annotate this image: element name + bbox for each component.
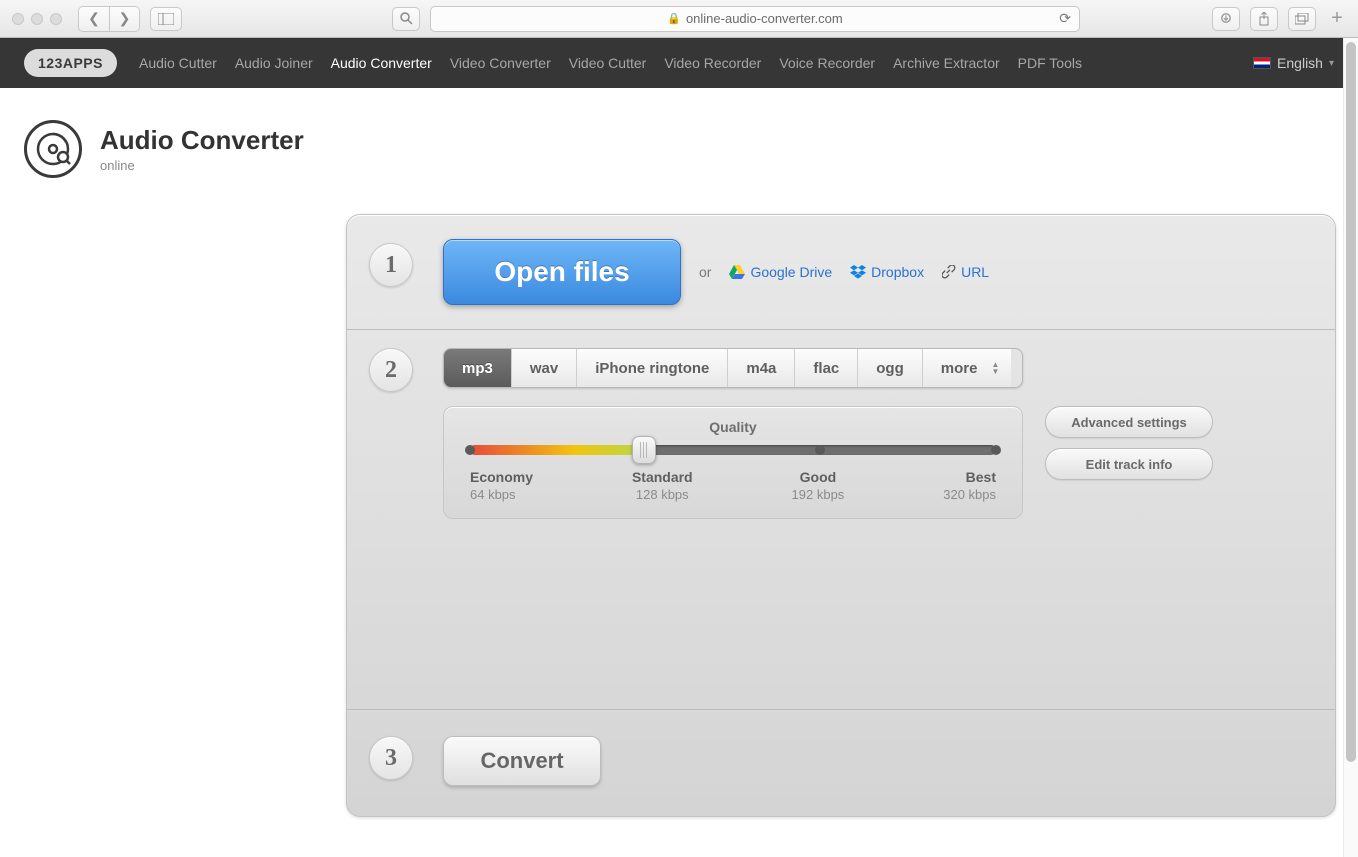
format-more-label: more xyxy=(941,360,978,377)
new-tab-button[interactable]: + xyxy=(1328,7,1346,30)
address-bar[interactable]: 🔒 online-audio-converter.com ⟳ xyxy=(430,6,1080,32)
dropbox-label: Dropbox xyxy=(871,264,924,280)
site-nav: 123APPS Audio Cutter Audio Joiner Audio … xyxy=(0,38,1358,88)
app-logo xyxy=(24,120,82,178)
url-label: URL xyxy=(961,264,989,280)
dropbox-link[interactable]: Dropbox xyxy=(850,264,924,280)
brand-pill[interactable]: 123APPS xyxy=(24,49,117,77)
format-m4a[interactable]: m4a xyxy=(727,349,794,387)
format-iphone-ringtone[interactable]: iPhone ringtone xyxy=(576,349,727,387)
quality-standard-rate: 128 kbps xyxy=(632,487,693,502)
download-icon xyxy=(1220,13,1232,25)
quality-economy-label: Economy xyxy=(470,469,533,485)
sidebar-toggle[interactable] xyxy=(150,7,182,31)
slider-handle[interactable] xyxy=(632,436,656,464)
minimize-window[interactable] xyxy=(31,13,43,25)
nav-voice-recorder[interactable]: Voice Recorder xyxy=(779,55,875,71)
link-icon xyxy=(942,265,956,279)
sort-icon: ▲▼ xyxy=(992,361,1000,375)
dropbox-icon xyxy=(850,265,866,279)
quality-good-rate: 192 kbps xyxy=(792,487,845,502)
quality-best-label: Best xyxy=(943,469,996,485)
share-button[interactable] xyxy=(1250,7,1278,31)
zoom-window[interactable] xyxy=(50,13,62,25)
browser-toolbar: ❮ ❯ 🔒 online-audio-converter.com ⟳ + xyxy=(0,0,1358,38)
search-button[interactable] xyxy=(392,7,420,31)
convert-button[interactable]: Convert xyxy=(443,736,601,786)
nav-video-recorder[interactable]: Video Recorder xyxy=(664,55,761,71)
quality-best-rate: 320 kbps xyxy=(943,487,996,502)
page-title: Audio Converter xyxy=(100,125,304,156)
edit-track-info-button[interactable]: Edit track info xyxy=(1045,448,1213,480)
step-1: 1 Open files or Google Drive Dropbox URL xyxy=(347,215,1335,330)
format-wav[interactable]: wav xyxy=(511,349,576,387)
main-panel: 1 Open files or Google Drive Dropbox URL… xyxy=(346,214,1336,817)
scrollbar-thumb[interactable] xyxy=(1346,42,1356,762)
back-button[interactable]: ❮ xyxy=(79,7,109,31)
format-mp3[interactable]: mp3 xyxy=(444,349,511,387)
page-scrollbar[interactable] xyxy=(1343,38,1358,857)
window-controls xyxy=(12,13,62,25)
nav-pdf-tools[interactable]: PDF Tools xyxy=(1018,55,1082,71)
format-ogg[interactable]: ogg xyxy=(857,349,922,387)
nav-video-converter[interactable]: Video Converter xyxy=(450,55,551,71)
google-drive-icon xyxy=(729,265,745,279)
lock-icon: 🔒 xyxy=(667,12,681,25)
step-3-number: 3 xyxy=(369,736,413,780)
url-text: online-audio-converter.com xyxy=(686,11,843,26)
tabs-button[interactable] xyxy=(1288,7,1316,31)
step-2: 2 mp3 wav iPhone ringtone m4a flac ogg m… xyxy=(347,330,1335,710)
sidebar-icon xyxy=(158,13,174,25)
step-2-number: 2 xyxy=(369,348,413,392)
url-link[interactable]: URL xyxy=(942,264,989,280)
tabs-icon xyxy=(1295,13,1309,25)
format-flac[interactable]: flac xyxy=(794,349,857,387)
search-icon xyxy=(400,12,413,25)
share-icon xyxy=(1258,12,1270,26)
disc-icon xyxy=(33,129,73,169)
forward-button[interactable]: ❯ xyxy=(109,7,139,31)
slider-tick-good xyxy=(815,445,825,455)
language-label: English xyxy=(1277,55,1323,71)
advanced-settings-button[interactable]: Advanced settings xyxy=(1045,406,1213,438)
format-tabs: mp3 wav iPhone ringtone m4a flac ogg mor… xyxy=(443,348,1023,388)
page-header: Audio Converter online xyxy=(0,88,1358,178)
google-drive-label: Google Drive xyxy=(750,264,832,280)
nav-video-cutter[interactable]: Video Cutter xyxy=(569,55,647,71)
nav-audio-joiner[interactable]: Audio Joiner xyxy=(235,55,313,71)
nav-archive-extractor[interactable]: Archive Extractor xyxy=(893,55,1000,71)
quality-standard-label: Standard xyxy=(632,469,693,485)
open-files-button[interactable]: Open files xyxy=(443,239,681,305)
google-drive-link[interactable]: Google Drive xyxy=(729,264,832,280)
or-label: or xyxy=(699,264,711,280)
quality-slider[interactable] xyxy=(470,445,996,455)
quality-good-label: Good xyxy=(792,469,845,485)
nav-back-forward: ❮ ❯ xyxy=(78,6,140,32)
slider-tick-best xyxy=(991,445,1001,455)
page-subtitle: online xyxy=(100,158,304,173)
quality-title: Quality xyxy=(470,419,996,435)
format-more[interactable]: more ▲▼ xyxy=(922,349,1012,387)
quality-labels: Economy 64 kbps Standard 128 kbps Good 1… xyxy=(470,469,996,502)
chevron-down-icon: ▾ xyxy=(1329,58,1334,69)
step-3: 3 Convert xyxy=(347,710,1335,816)
language-selector[interactable]: English ▾ xyxy=(1253,55,1334,71)
nav-audio-converter[interactable]: Audio Converter xyxy=(331,55,432,71)
flag-icon xyxy=(1253,57,1271,69)
slider-tick-economy xyxy=(465,445,475,455)
reload-icon[interactable]: ⟳ xyxy=(1059,10,1071,27)
slider-fill xyxy=(470,445,644,455)
close-window[interactable] xyxy=(12,13,24,25)
quality-economy-rate: 64 kbps xyxy=(470,487,533,502)
step-1-number: 1 xyxy=(369,243,413,287)
downloads-button[interactable] xyxy=(1212,7,1240,31)
quality-card: Quality Economy 64 kbps Standard 128 xyxy=(443,406,1023,519)
nav-audio-cutter[interactable]: Audio Cutter xyxy=(139,55,217,71)
